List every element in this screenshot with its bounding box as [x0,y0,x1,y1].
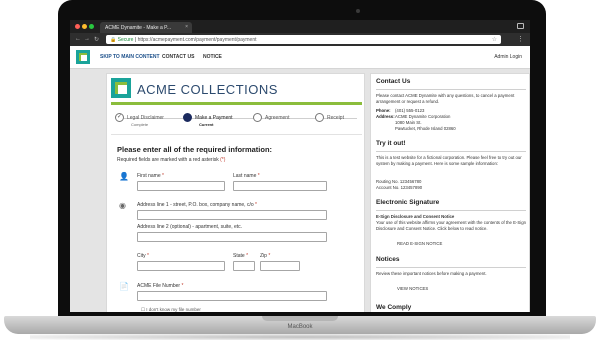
address-line: 1080 Main St. [395,120,422,125]
info-sidebar: Contact Us Please contact ACME Dynamite … [370,73,530,312]
address-line: ACME Dynamite Corporation [395,114,451,119]
document-icon: 📄 [119,282,129,291]
step-circle: ✓ [115,113,124,122]
divider [376,267,526,268]
brand-title: ACME COLLECTIONS [137,82,278,97]
step-status: Complete [131,122,149,127]
user-profile-icon[interactable] [517,23,524,29]
check-icon: ✓ [117,114,123,120]
browser-tab-bar: ACME Dynamite - Make a P... × [70,20,530,33]
tab-title: ACME Dynamite - Make a P... [105,25,172,31]
camera [356,9,360,13]
back-icon[interactable]: ← [75,36,81,42]
state-label: State * [233,253,249,259]
esign-text: Your use of this website affirms your ag… [376,220,526,231]
esign-title: Electronic Signature [376,199,440,206]
secure-label: Secure [117,37,134,43]
site-header: SKIP TO MAIN CONTENT CONTACT US NOTICE A… [70,46,530,69]
laptop-shadow [30,334,570,340]
screen: ACME Dynamite - Make a P... × ← → ↻ 🔒 Se… [70,20,530,312]
window-maximize-dot[interactable] [89,24,94,29]
accent-bar [111,102,362,105]
state-input[interactable] [233,261,255,271]
window-close-dot[interactable] [75,24,80,29]
step-status: Current [199,122,214,127]
first-name-input[interactable] [137,181,225,191]
person-icon: 👤 [119,172,129,181]
url-text: https://acmepayment.com/payment/payment/… [137,37,257,43]
last-name-label: Last name * [233,173,260,179]
step-circle [253,113,262,122]
notice-link[interactable]: NOTICE [203,54,222,60]
address1-input[interactable] [137,210,327,220]
laptop-notch [262,316,338,321]
skip-to-main-link[interactable]: SKIP TO MAIN CONTENT [100,54,160,60]
step-label: Agreement [265,115,290,121]
city-label: City * [137,253,149,259]
payment-form-card: ACME COLLECTIONS ✓ Legal Disclaimer Comp… [106,73,365,312]
try-title: Try it out! [376,140,406,147]
contact-us-link[interactable]: CONTACT US [162,54,194,60]
zip-input[interactable] [260,261,300,271]
step-label: Legal Disclaimer [127,115,164,121]
notices-text: Review these important notices before ma… [376,271,487,276]
address-line: Pawtucket, Rhode Island 02860 [395,126,456,131]
form-subheading: Required fields are marked with a red as… [117,157,226,163]
file-number-input[interactable] [137,291,327,301]
url-input[interactable]: 🔒 Secure | https://acmepayment.com/payme… [106,35,501,44]
reload-icon[interactable]: ↻ [94,36,99,43]
address2-input[interactable] [137,232,327,242]
notices-title: Notices [376,256,400,263]
forward-icon[interactable]: → [84,36,90,42]
routing-number: Routing No. 123456780 [376,179,422,184]
dont-know-file-number-checkbox[interactable]: ☐ I don't know my file number [141,307,201,312]
acme-logo-large-icon [111,78,131,98]
divider [376,89,526,90]
comply-title: We Comply [376,304,412,311]
step-label: Make a Payment [195,115,233,121]
window-minimize-dot[interactable] [82,24,87,29]
laptop-frame: MacBook ACME Dynamite - Make a P... × ← … [0,0,600,345]
city-input[interactable] [137,261,225,271]
divider [111,134,362,135]
location-pin-icon: ◉ [119,201,126,210]
acme-logo-icon[interactable] [76,50,90,64]
file-number-label: ACME File Number * [137,283,184,289]
lock-icon: 🔒 [110,37,117,43]
esign-subtitle: E-Sign Disclosure and Consent Notice [376,214,455,219]
address1-label: Address line 1 - street, P.O. box, compa… [137,202,257,208]
contact-intro: Please contact ACME Dynamite with any qu… [376,93,515,104]
view-notices-button[interactable]: VIEW NOTICES [397,286,428,291]
browser-tab[interactable]: ACME Dynamite - Make a P... × [100,22,192,33]
browser-address-bar: ← → ↻ 🔒 Secure | https://acmepayment.com… [70,33,530,46]
browser-menu-icon[interactable]: ⋮ [517,35,524,43]
tab-close-icon[interactable]: × [185,24,188,30]
address-label: Address: [376,114,395,119]
form-heading: Please enter all of the required informa… [117,145,273,154]
last-name-input[interactable] [233,181,327,191]
address2-label: Address line 2 (optional) - apartment, s… [137,224,243,230]
admin-login-link[interactable]: Admin Login [494,54,522,60]
zip-label: Zip * [260,253,271,259]
step-label: Receipt [327,115,344,121]
first-name-label: First name * [137,173,164,179]
divider [376,210,526,211]
contact-title: Contact Us [376,78,411,85]
laptop-brand: MacBook [287,324,313,330]
step-circle [315,113,324,122]
read-esign-notice-button[interactable]: READ E-SIGN NOTICE [397,241,442,246]
phone-value: (401) 555-0123 [395,108,425,113]
step-circle-current [183,113,192,122]
divider [376,151,526,152]
try-text: This is a test website for a fictional c… [376,155,522,166]
account-number: Account No. 123457890 [376,185,423,190]
bookmark-star-icon[interactable]: ☆ [492,36,497,43]
phone-label: Phone: [376,108,391,113]
